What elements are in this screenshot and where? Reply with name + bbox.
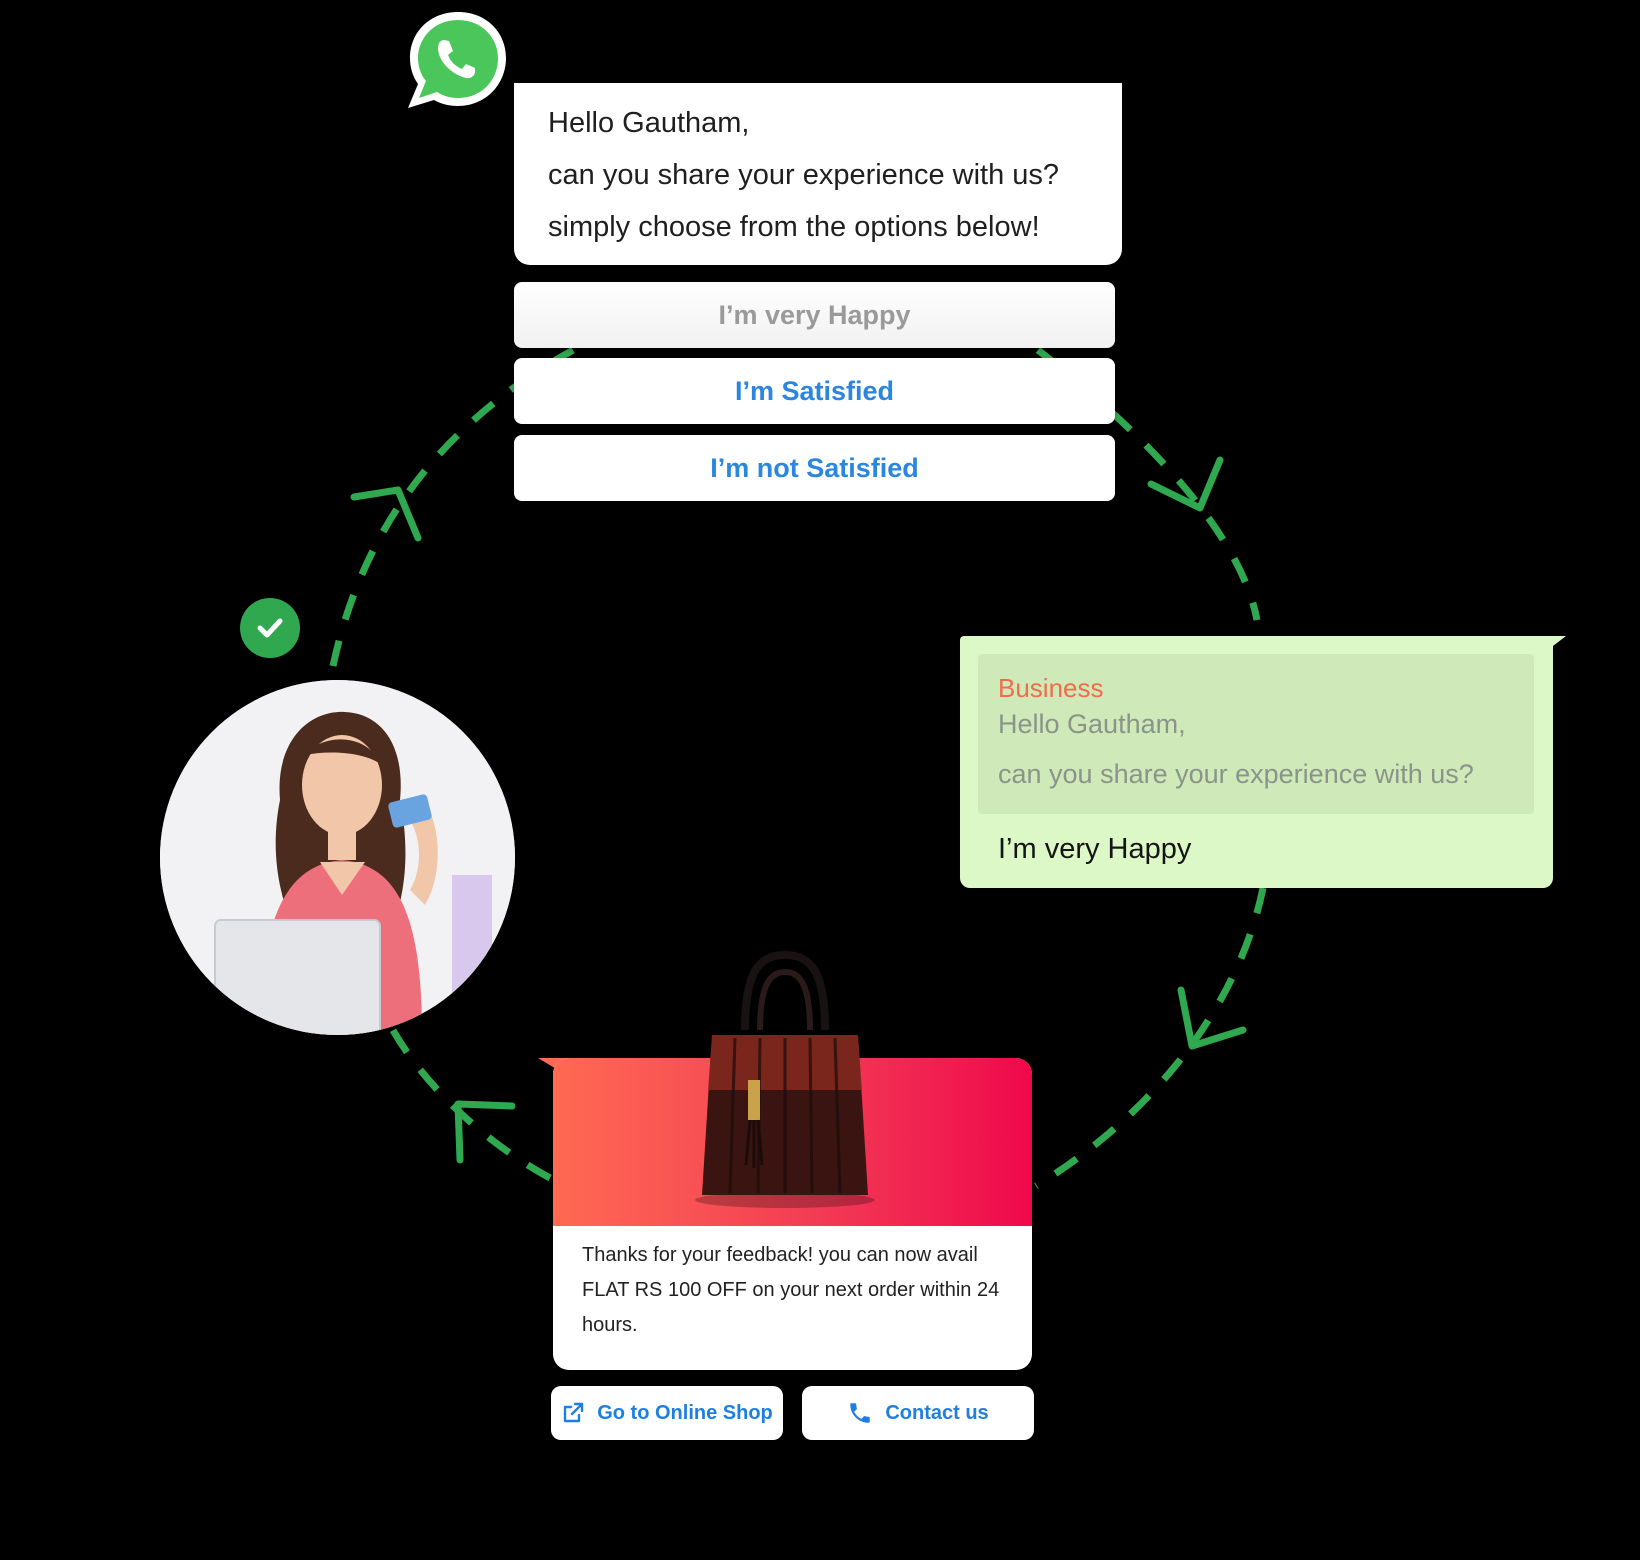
reply-text: I’m very Happy [998, 833, 1192, 865]
go-to-online-shop-label: Go to Online Shop [597, 1401, 773, 1424]
quoted-sender: Business [998, 673, 1104, 703]
message-bubble: Hello Gautham, can you share your experi… [514, 83, 1122, 265]
customer-illustration [160, 680, 515, 1035]
option-satisfied-button[interactable]: I’m Satisfied [514, 358, 1115, 424]
reply-bubble-tail [1540, 636, 1566, 656]
quoted-message: Business Hello Gautham, can you share yo… [978, 654, 1534, 814]
customer-avatar [160, 680, 515, 1035]
quoted-line-1: Hello Gautham, [998, 709, 1186, 739]
check-circle-icon [240, 598, 300, 658]
message-line-3: simply choose from the options below! [548, 211, 1040, 243]
contact-us-label: Contact us [885, 1401, 989, 1424]
option-not-satisfied-button[interactable]: I’m not Satisfied [514, 435, 1115, 501]
go-to-online-shop-button[interactable]: Go to Online Shop [551, 1386, 783, 1440]
contact-us-button[interactable]: Contact us [802, 1386, 1034, 1440]
phone-icon [850, 1403, 871, 1423]
message-line-2: can you share your experience with us? [548, 159, 1060, 191]
whatsapp-logo [408, 12, 506, 108]
handbag-image [695, 950, 875, 1208]
message-greeting: Hello Gautham, [548, 107, 750, 139]
offer-text: Thanks for your feedback! you can now av… [582, 1244, 1000, 1336]
option-very-happy-button[interactable]: I’m very Happy [514, 282, 1115, 348]
external-link-icon [564, 1402, 584, 1423]
flow-arrow-left-down [1177, 986, 1247, 1050]
quoted-line-2: can you share your experience with us? [998, 759, 1474, 789]
